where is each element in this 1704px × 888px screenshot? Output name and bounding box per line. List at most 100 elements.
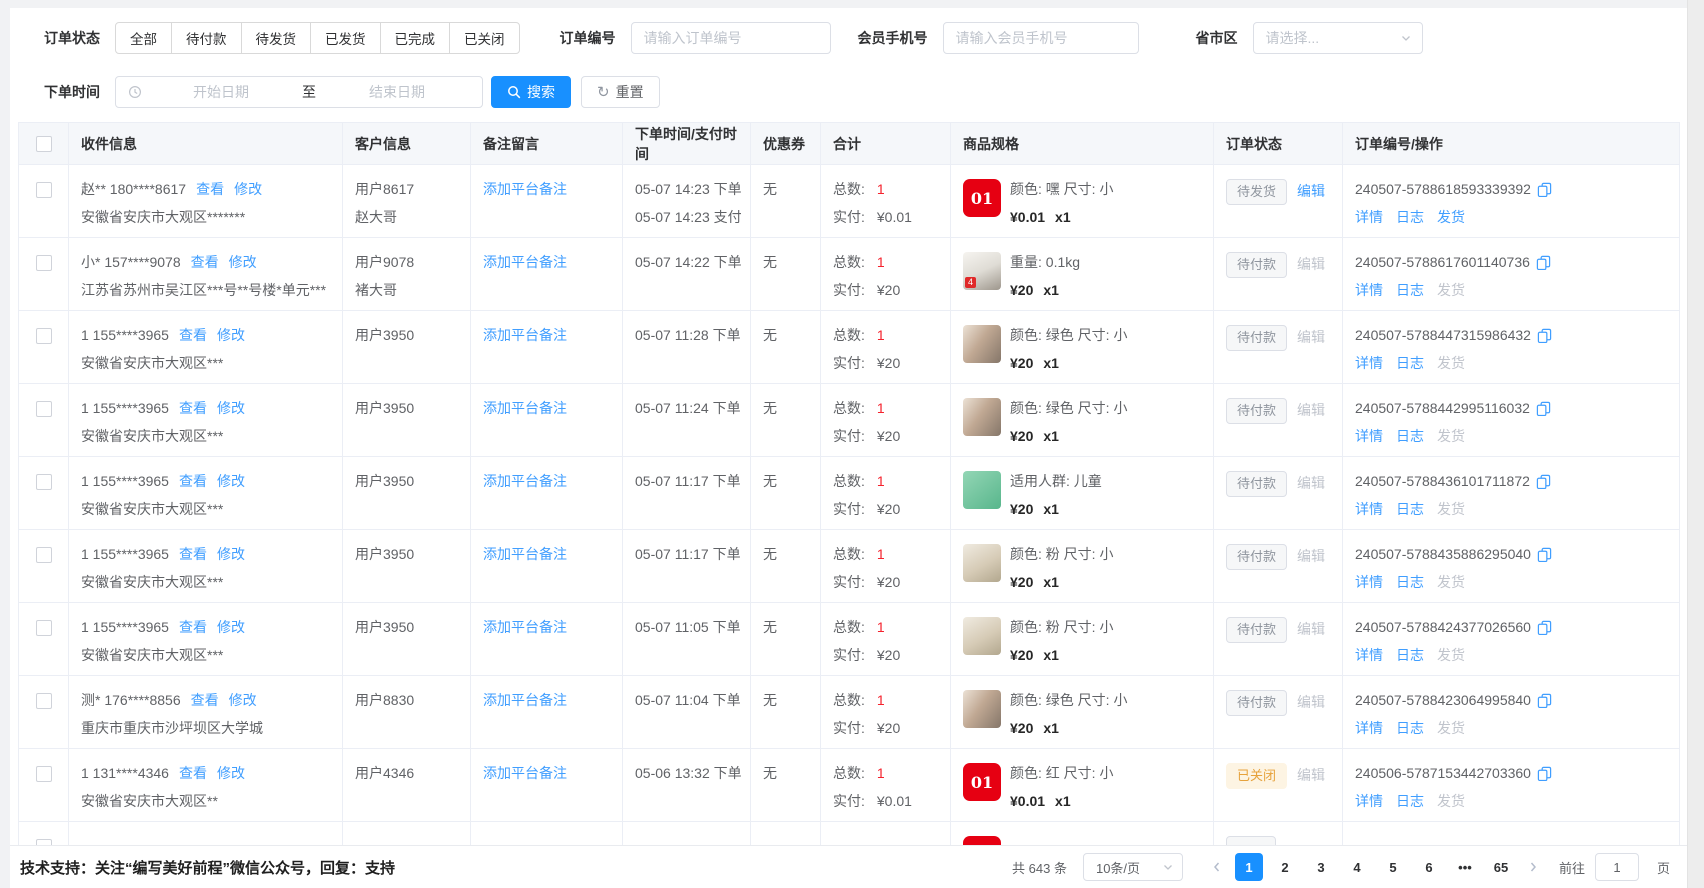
- goto-page-input[interactable]: [1595, 853, 1639, 881]
- add-note-link[interactable]: 添加平台备注: [483, 473, 567, 489]
- row-checkbox[interactable]: [36, 328, 52, 344]
- detail-link[interactable]: 详情: [1355, 355, 1383, 371]
- modify-link[interactable]: 修改: [229, 692, 257, 708]
- edit-link[interactable]: 编辑: [1297, 694, 1325, 710]
- copy-icon[interactable]: [1537, 328, 1552, 343]
- ship-link[interactable]: 发货: [1437, 428, 1465, 444]
- member-phone-input[interactable]: [943, 22, 1139, 54]
- log-link[interactable]: 日志: [1396, 355, 1424, 371]
- page-button[interactable]: 4: [1343, 853, 1371, 881]
- row-checkbox[interactable]: [36, 620, 52, 636]
- copy-icon[interactable]: [1536, 401, 1551, 416]
- detail-link[interactable]: 详情: [1355, 209, 1383, 225]
- edit-link[interactable]: 编辑: [1297, 621, 1325, 637]
- page-button[interactable]: 1: [1235, 853, 1263, 881]
- copy-icon[interactable]: [1537, 693, 1552, 708]
- edit-link[interactable]: 编辑: [1297, 256, 1325, 272]
- edit-link[interactable]: 编辑: [1297, 548, 1325, 564]
- ship-link[interactable]: 发货: [1437, 209, 1465, 225]
- log-link[interactable]: 日志: [1396, 720, 1424, 736]
- region-select[interactable]: 请选择...: [1253, 22, 1423, 54]
- modify-link[interactable]: 修改: [217, 619, 245, 635]
- detail-link[interactable]: 详情: [1355, 501, 1383, 517]
- row-checkbox[interactable]: [36, 474, 52, 490]
- row-checkbox[interactable]: [36, 693, 52, 709]
- ship-link[interactable]: 发货: [1437, 574, 1465, 590]
- row-checkbox[interactable]: [36, 255, 52, 271]
- detail-link[interactable]: 详情: [1355, 574, 1383, 590]
- modify-link[interactable]: 修改: [217, 546, 245, 562]
- row-checkbox[interactable]: [36, 401, 52, 417]
- row-checkbox[interactable]: [36, 766, 52, 782]
- add-note-link[interactable]: 添加平台备注: [483, 327, 567, 343]
- modify-link[interactable]: 修改: [217, 400, 245, 416]
- add-note-link[interactable]: 添加平台备注: [483, 254, 567, 270]
- copy-icon[interactable]: [1537, 182, 1552, 197]
- ship-link[interactable]: 发货: [1437, 282, 1465, 298]
- order-status-option[interactable]: 已完成: [380, 22, 451, 54]
- log-link[interactable]: 日志: [1396, 428, 1424, 444]
- detail-link[interactable]: 详情: [1355, 647, 1383, 663]
- order-time-range-picker[interactable]: 开始日期 至 结束日期: [115, 76, 483, 108]
- modify-link[interactable]: 修改: [229, 254, 257, 270]
- modify-link[interactable]: 修改: [217, 327, 245, 343]
- scrollbar-track[interactable]: [1687, 0, 1704, 888]
- modify-link[interactable]: 修改: [234, 181, 262, 197]
- view-link[interactable]: 查看: [179, 619, 207, 635]
- view-link[interactable]: 查看: [191, 692, 219, 708]
- copy-icon[interactable]: [1537, 547, 1552, 562]
- detail-link[interactable]: 详情: [1355, 720, 1383, 736]
- next-page-button[interactable]: [1519, 853, 1547, 881]
- view-link[interactable]: 查看: [179, 765, 207, 781]
- page-button[interactable]: 5: [1379, 853, 1407, 881]
- view-link[interactable]: 查看: [179, 327, 207, 343]
- add-note-link[interactable]: 添加平台备注: [483, 692, 567, 708]
- log-link[interactable]: 日志: [1396, 501, 1424, 517]
- modify-link[interactable]: 修改: [217, 765, 245, 781]
- view-link[interactable]: 查看: [179, 546, 207, 562]
- page-size-select[interactable]: 10条/页: [1083, 853, 1183, 881]
- prev-page-button[interactable]: [1203, 853, 1231, 881]
- view-link[interactable]: 查看: [191, 254, 219, 270]
- detail-link[interactable]: 详情: [1355, 428, 1383, 444]
- detail-link[interactable]: 详情: [1355, 793, 1383, 809]
- reset-button[interactable]: ↻ 重置: [581, 76, 660, 108]
- order-status-option[interactable]: 已发货: [310, 22, 381, 54]
- edit-link[interactable]: 编辑: [1297, 329, 1325, 345]
- row-checkbox[interactable]: [36, 182, 52, 198]
- search-button[interactable]: 搜索: [491, 76, 571, 108]
- add-note-link[interactable]: 添加平台备注: [483, 619, 567, 635]
- add-note-link[interactable]: 添加平台备注: [483, 546, 567, 562]
- ship-link[interactable]: 发货: [1437, 793, 1465, 809]
- detail-link[interactable]: 详情: [1355, 282, 1383, 298]
- page-button[interactable]: 3: [1307, 853, 1335, 881]
- view-link[interactable]: 查看: [179, 400, 207, 416]
- log-link[interactable]: 日志: [1396, 282, 1424, 298]
- copy-icon[interactable]: [1536, 255, 1551, 270]
- order-status-option[interactable]: 待发货: [241, 22, 312, 54]
- order-status-option[interactable]: 全部: [115, 22, 172, 54]
- edit-link[interactable]: 编辑: [1297, 475, 1325, 491]
- edit-link[interactable]: 编辑: [1297, 183, 1325, 199]
- copy-icon[interactable]: [1536, 474, 1551, 489]
- order-no-input[interactable]: [631, 22, 831, 54]
- add-note-link[interactable]: 添加平台备注: [483, 765, 567, 781]
- view-link[interactable]: 查看: [196, 181, 224, 197]
- log-link[interactable]: 日志: [1396, 647, 1424, 663]
- page-button[interactable]: •••: [1451, 853, 1479, 881]
- ship-link[interactable]: 发货: [1437, 647, 1465, 663]
- add-note-link[interactable]: 添加平台备注: [483, 181, 567, 197]
- page-button[interactable]: 2: [1271, 853, 1299, 881]
- page-button[interactable]: 6: [1415, 853, 1443, 881]
- order-status-option[interactable]: 已关闭: [449, 22, 520, 54]
- ship-link[interactable]: 发货: [1437, 355, 1465, 371]
- view-link[interactable]: 查看: [179, 473, 207, 489]
- row-checkbox[interactable]: [36, 547, 52, 563]
- select-all-checkbox[interactable]: [36, 136, 52, 152]
- add-note-link[interactable]: 添加平台备注: [483, 400, 567, 416]
- modify-link[interactable]: 修改: [217, 473, 245, 489]
- order-status-option[interactable]: 待付款: [171, 22, 242, 54]
- log-link[interactable]: 日志: [1396, 209, 1424, 225]
- copy-icon[interactable]: [1537, 766, 1552, 781]
- ship-link[interactable]: 发货: [1437, 501, 1465, 517]
